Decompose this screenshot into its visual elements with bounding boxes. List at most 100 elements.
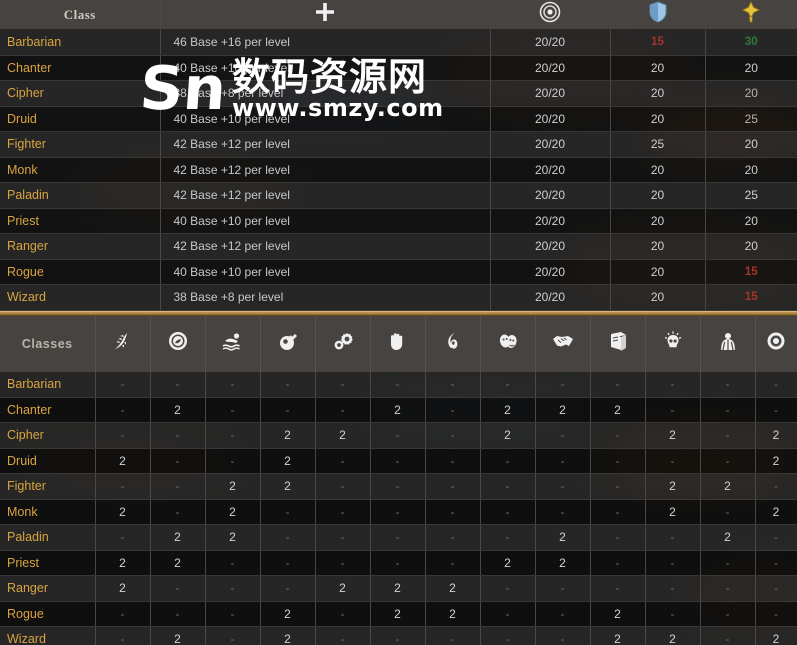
bottom-table-header-row: Classes [0,315,797,372]
cell-class[interactable]: Rogue [0,259,161,285]
cell-deflection: 15 [610,29,706,56]
class-name-label: Rogue [7,606,44,621]
skill-value: 2 [229,479,236,494]
cell-class[interactable]: Barbarian [0,29,161,56]
cell-skill: 2 [95,448,151,474]
table-row[interactable]: Chanter-2---2-222---- [0,397,797,423]
column-header-classes[interactable]: Classes [0,315,96,372]
column-header-defense[interactable] [705,0,797,30]
cell-skill: - [480,499,536,525]
skill-value: - [560,581,565,596]
cell-class[interactable]: Priest [0,208,161,234]
skill-value: - [120,530,125,545]
table-row[interactable]: Monk2-2-------2-22 [0,499,797,525]
skill-value: 2 [504,555,511,570]
cell-class[interactable]: Rogue [0,601,96,627]
skill-value: - [120,632,125,645]
cell-skill: - [150,473,206,500]
skill-value: 2 [669,632,676,645]
column-header-accuracy[interactable] [490,0,611,30]
skill-value: 2 [669,479,676,494]
table-row[interactable]: Paladin 42 Base +12 per level 20/20 20 25 [0,182,797,209]
column-header-class[interactable]: Class [0,0,161,30]
column-header-mechanics-gears[interactable] [315,315,371,372]
cell-skill: - [205,550,261,576]
table-row[interactable]: Wizard-2-2-----22-22 [0,626,797,645]
column-header-lore-seal[interactable] [150,315,206,372]
deflection-value: 25 [650,137,665,152]
table-row[interactable]: Priest 40 Base +10 per level 20/20 20 20 [0,208,797,234]
column-header-crafting-figure[interactable] [700,315,756,372]
skill-value: - [615,581,620,596]
table-row[interactable]: Ranger 42 Base +12 per level 20/20 20 20 [0,233,797,260]
cell-skill: - [370,524,426,551]
cell-class[interactable]: Wizard [0,284,161,311]
table-row[interactable]: Fighter--22------22-- [0,473,797,500]
skill-value: 2 [559,555,566,570]
cell-class[interactable]: Cipher [0,80,161,107]
column-header-history-book[interactable] [590,315,646,372]
cell-class[interactable]: Fighter [0,473,96,500]
column-header-theatrics-masks[interactable] [480,315,536,372]
table-row[interactable]: Priest22-----22----- [0,550,797,576]
theatrics-masks-icon [496,329,520,353]
cell-skill: - [590,371,646,398]
cell-class[interactable]: Druid [0,106,161,132]
skill-value: - [175,479,180,494]
table-row[interactable]: Ranger2---222------- [0,575,797,602]
cell-class[interactable]: Barbarian [0,371,96,398]
skill-value: 2 [339,581,346,596]
skill-value: 2 [174,402,181,417]
cell-class[interactable]: Cipher [0,422,96,449]
cell-class[interactable]: Paladin [0,182,161,209]
cell-class[interactable]: Chanter [0,55,161,81]
table-row[interactable]: Rogue 40 Base +10 per level 20/20 20 15 [0,259,797,285]
column-header-athletics-swimmer[interactable] [205,315,261,372]
skill-value: - [560,377,565,391]
column-header-stealth-hand[interactable] [370,315,426,372]
table-row[interactable]: Monk 42 Base +12 per level 20/20 20 20 [0,157,797,183]
cell-class[interactable]: Druid [0,448,96,474]
cell-class[interactable]: Monk [0,499,96,525]
cell-class[interactable]: Fighter [0,131,161,158]
cell-class[interactable]: Ranger [0,575,96,602]
column-header-survival-fern[interactable] [95,315,151,372]
class-name-label: Rogue [7,264,44,279]
column-header-arcana-skull[interactable] [645,315,701,372]
column-header-deflection[interactable] [610,0,706,30]
cell-class[interactable]: Wizard [0,626,96,645]
table-row[interactable]: Barbarian 46 Base +16 per level 20/20 15 30 [0,29,797,56]
table-row[interactable]: Chanter 40 Base +10 per level 20/20 20 20 [0,55,797,81]
column-header-alchemy-flask[interactable] [260,315,316,372]
table-row[interactable]: Cipher 38 Base +8 per level 20/20 20 20 [0,80,797,107]
cell-defense: 20 [705,157,797,183]
deflection-value: 20 [650,213,665,228]
cell-class[interactable]: Monk [0,157,161,183]
skill-value: 2 [724,530,731,545]
cell-class[interactable]: Priest [0,550,96,576]
table-row[interactable]: Druid 40 Base +10 per level 20/20 20 25 [0,106,797,132]
cell-class[interactable]: Ranger [0,233,161,260]
table-row[interactable]: Paladin-22-----2--2-- [0,524,797,551]
table-row[interactable]: Rogue---2-22--2---- [0,601,797,627]
skill-value: - [175,581,180,596]
table-row[interactable]: Fighter 42 Base +12 per level 20/20 25 20 [0,131,797,158]
cell-skill: - [480,473,536,500]
column-header-diplomacy-handshake[interactable] [535,315,591,372]
accuracy-value: 20/20 [534,86,566,101]
skill-value: - [615,504,620,519]
health-plus-icon [313,0,337,24]
skill-value: - [120,402,125,417]
column-header-health[interactable] [160,0,491,30]
table-row[interactable]: Cipher---22--2--2-22 [0,422,797,449]
cell-skill: - [480,575,536,602]
column-header-explosives-fuse[interactable] [425,315,481,372]
column-header-metaphysics-orb[interactable] [755,315,797,372]
cell-skill: - [260,371,316,398]
cell-class[interactable]: Chanter [0,397,96,423]
table-row[interactable]: Barbarian-------------- [0,371,797,398]
skill-value: - [120,428,125,443]
table-row[interactable]: Wizard 38 Base +8 per level 20/20 20 15 [0,284,797,311]
table-row[interactable]: Druid2--2--------22 [0,448,797,474]
cell-class[interactable]: Paladin [0,524,96,551]
